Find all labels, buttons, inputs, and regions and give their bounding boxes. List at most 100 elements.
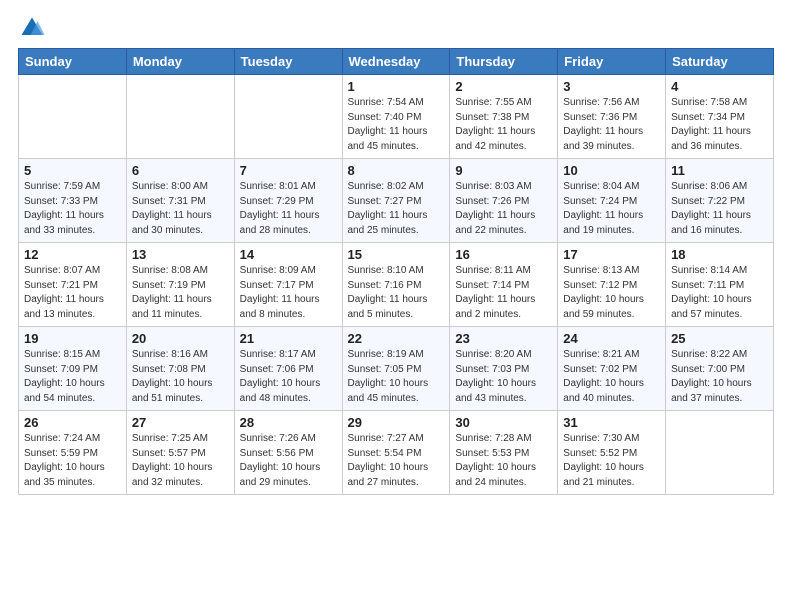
weekday-header-saturday: Saturday [666, 49, 774, 75]
day-info: Sunrise: 7:30 AMSunset: 5:52 PMDaylight:… [563, 432, 660, 490]
day-info: Sunrise: 8:07 AMSunset: 7:21 PMDaylight:… [24, 264, 121, 322]
day-info: Sunrise: 8:09 AMSunset: 7:17 PMDaylight:… [240, 264, 337, 322]
logo-icon [18, 14, 46, 42]
weekday-header-tuesday: Tuesday [234, 49, 342, 75]
calendar-week-row: 19 Sunrise: 8:15 AMSunset: 7:09 PMDayligh… [19, 327, 774, 411]
calendar-cell: 31 Sunrise: 7:30 AMSunset: 5:52 PMDayligh… [558, 411, 666, 495]
weekday-header-sunday: Sunday [19, 49, 127, 75]
day-number: 17 [563, 247, 660, 262]
calendar-week-row: 26 Sunrise: 7:24 AMSunset: 5:59 PMDayligh… [19, 411, 774, 495]
day-number: 11 [671, 163, 768, 178]
day-number: 14 [240, 247, 337, 262]
calendar-cell [234, 75, 342, 159]
day-number: 8 [348, 163, 445, 178]
calendar-cell: 3 Sunrise: 7:56 AMSunset: 7:36 PMDaylight… [558, 75, 666, 159]
weekday-header-wednesday: Wednesday [342, 49, 450, 75]
day-number: 23 [455, 331, 552, 346]
calendar-cell: 2 Sunrise: 7:55 AMSunset: 7:38 PMDaylight… [450, 75, 558, 159]
calendar-cell: 6 Sunrise: 8:00 AMSunset: 7:31 PMDaylight… [126, 159, 234, 243]
calendar-cell: 17 Sunrise: 8:13 AMSunset: 7:12 PMDayligh… [558, 243, 666, 327]
day-info: Sunrise: 8:04 AMSunset: 7:24 PMDaylight:… [563, 180, 660, 238]
day-info: Sunrise: 7:56 AMSunset: 7:36 PMDaylight:… [563, 96, 660, 154]
day-info: Sunrise: 8:03 AMSunset: 7:26 PMDaylight:… [455, 180, 552, 238]
day-number: 7 [240, 163, 337, 178]
day-number: 27 [132, 415, 229, 430]
weekday-header-row: SundayMondayTuesdayWednesdayThursdayFrid… [19, 49, 774, 75]
day-number: 6 [132, 163, 229, 178]
calendar-cell: 18 Sunrise: 8:14 AMSunset: 7:11 PMDayligh… [666, 243, 774, 327]
day-info: Sunrise: 8:02 AMSunset: 7:27 PMDaylight:… [348, 180, 445, 238]
calendar-cell: 14 Sunrise: 8:09 AMSunset: 7:17 PMDayligh… [234, 243, 342, 327]
day-number: 16 [455, 247, 552, 262]
day-info: Sunrise: 8:17 AMSunset: 7:06 PMDaylight:… [240, 348, 337, 406]
day-number: 18 [671, 247, 768, 262]
day-info: Sunrise: 7:25 AMSunset: 5:57 PMDaylight:… [132, 432, 229, 490]
day-number: 22 [348, 331, 445, 346]
day-info: Sunrise: 7:54 AMSunset: 7:40 PMDaylight:… [348, 96, 445, 154]
day-number: 2 [455, 79, 552, 94]
day-number: 10 [563, 163, 660, 178]
day-number: 29 [348, 415, 445, 430]
day-info: Sunrise: 8:19 AMSunset: 7:05 PMDaylight:… [348, 348, 445, 406]
day-number: 28 [240, 415, 337, 430]
calendar-week-row: 5 Sunrise: 7:59 AMSunset: 7:33 PMDaylight… [19, 159, 774, 243]
day-number: 9 [455, 163, 552, 178]
day-number: 3 [563, 79, 660, 94]
calendar-cell: 23Sunrise: 8:20 AMSunset: 7:03 PMDayligh… [450, 327, 558, 411]
day-info: Sunrise: 8:01 AMSunset: 7:29 PMDaylight:… [240, 180, 337, 238]
calendar-cell [19, 75, 127, 159]
day-number: 15 [348, 247, 445, 262]
day-number: 31 [563, 415, 660, 430]
day-info: Sunrise: 8:15 AMSunset: 7:09 PMDaylight:… [24, 348, 121, 406]
calendar-cell: 5 Sunrise: 7:59 AMSunset: 7:33 PMDaylight… [19, 159, 127, 243]
calendar-cell: 12Sunrise: 8:07 AMSunset: 7:21 PMDayligh… [19, 243, 127, 327]
day-number: 24 [563, 331, 660, 346]
calendar-cell: 30 Sunrise: 7:28 AMSunset: 5:53 PMDayligh… [450, 411, 558, 495]
day-number: 26 [24, 415, 121, 430]
day-number: 30 [455, 415, 552, 430]
day-info: Sunrise: 7:58 AMSunset: 7:34 PMDaylight:… [671, 96, 768, 154]
day-number: 4 [671, 79, 768, 94]
calendar-cell: 15 Sunrise: 8:10 AMSunset: 7:16 PMDayligh… [342, 243, 450, 327]
day-number: 25 [671, 331, 768, 346]
day-number: 19 [24, 331, 121, 346]
day-info: Sunrise: 7:27 AMSunset: 5:54 PMDaylight:… [348, 432, 445, 490]
calendar-cell: 27 Sunrise: 7:25 AMSunset: 5:57 PMDayligh… [126, 411, 234, 495]
calendar-cell: 29 Sunrise: 7:27 AMSunset: 5:54 PMDayligh… [342, 411, 450, 495]
day-info: Sunrise: 7:55 AMSunset: 7:38 PMDaylight:… [455, 96, 552, 154]
day-info: Sunrise: 7:59 AMSunset: 7:33 PMDaylight:… [24, 180, 121, 238]
day-number: 13 [132, 247, 229, 262]
logo [18, 14, 48, 42]
day-info: Sunrise: 8:21 AMSunset: 7:02 PMDaylight:… [563, 348, 660, 406]
calendar-cell: 10 Sunrise: 8:04 AMSunset: 7:24 PMDayligh… [558, 159, 666, 243]
day-info: Sunrise: 8:14 AMSunset: 7:11 PMDaylight:… [671, 264, 768, 322]
calendar-cell: 28 Sunrise: 7:26 AMSunset: 5:56 PMDayligh… [234, 411, 342, 495]
calendar-week-row: 12Sunrise: 8:07 AMSunset: 7:21 PMDayligh… [19, 243, 774, 327]
day-info: Sunrise: 7:26 AMSunset: 5:56 PMDaylight:… [240, 432, 337, 490]
calendar-cell: 20 Sunrise: 8:16 AMSunset: 7:08 PMDayligh… [126, 327, 234, 411]
calendar-cell: 8 Sunrise: 8:02 AMSunset: 7:27 PMDaylight… [342, 159, 450, 243]
day-info: Sunrise: 8:22 AMSunset: 7:00 PMDaylight:… [671, 348, 768, 406]
calendar-cell: 25 Sunrise: 8:22 AMSunset: 7:00 PMDayligh… [666, 327, 774, 411]
day-info: Sunrise: 7:24 AMSunset: 5:59 PMDaylight:… [24, 432, 121, 490]
calendar-cell: 19 Sunrise: 8:15 AMSunset: 7:09 PMDayligh… [19, 327, 127, 411]
calendar-cell: 1Sunrise: 7:54 AMSunset: 7:40 PMDaylight… [342, 75, 450, 159]
day-info: Sunrise: 7:28 AMSunset: 5:53 PMDaylight:… [455, 432, 552, 490]
weekday-header-thursday: Thursday [450, 49, 558, 75]
header [18, 10, 774, 42]
day-number: 5 [24, 163, 121, 178]
calendar-week-row: 1Sunrise: 7:54 AMSunset: 7:40 PMDaylight… [19, 75, 774, 159]
calendar-cell: 26 Sunrise: 7:24 AMSunset: 5:59 PMDayligh… [19, 411, 127, 495]
day-info: Sunrise: 8:10 AMSunset: 7:16 PMDaylight:… [348, 264, 445, 322]
calendar-table: SundayMondayTuesdayWednesdayThursdayFrid… [18, 48, 774, 495]
calendar-cell: 21Sunrise: 8:17 AMSunset: 7:06 PMDayligh… [234, 327, 342, 411]
day-number: 20 [132, 331, 229, 346]
day-info: Sunrise: 8:16 AMSunset: 7:08 PMDaylight:… [132, 348, 229, 406]
day-info: Sunrise: 8:06 AMSunset: 7:22 PMDaylight:… [671, 180, 768, 238]
calendar-cell: 7 Sunrise: 8:01 AMSunset: 7:29 PMDaylight… [234, 159, 342, 243]
day-info: Sunrise: 8:13 AMSunset: 7:12 PMDaylight:… [563, 264, 660, 322]
day-info: Sunrise: 8:00 AMSunset: 7:31 PMDaylight:… [132, 180, 229, 238]
calendar-cell: 11 Sunrise: 8:06 AMSunset: 7:22 PMDayligh… [666, 159, 774, 243]
calendar-cell: 9 Sunrise: 8:03 AMSunset: 7:26 PMDaylight… [450, 159, 558, 243]
calendar-cell: 13Sunrise: 8:08 AMSunset: 7:19 PMDayligh… [126, 243, 234, 327]
